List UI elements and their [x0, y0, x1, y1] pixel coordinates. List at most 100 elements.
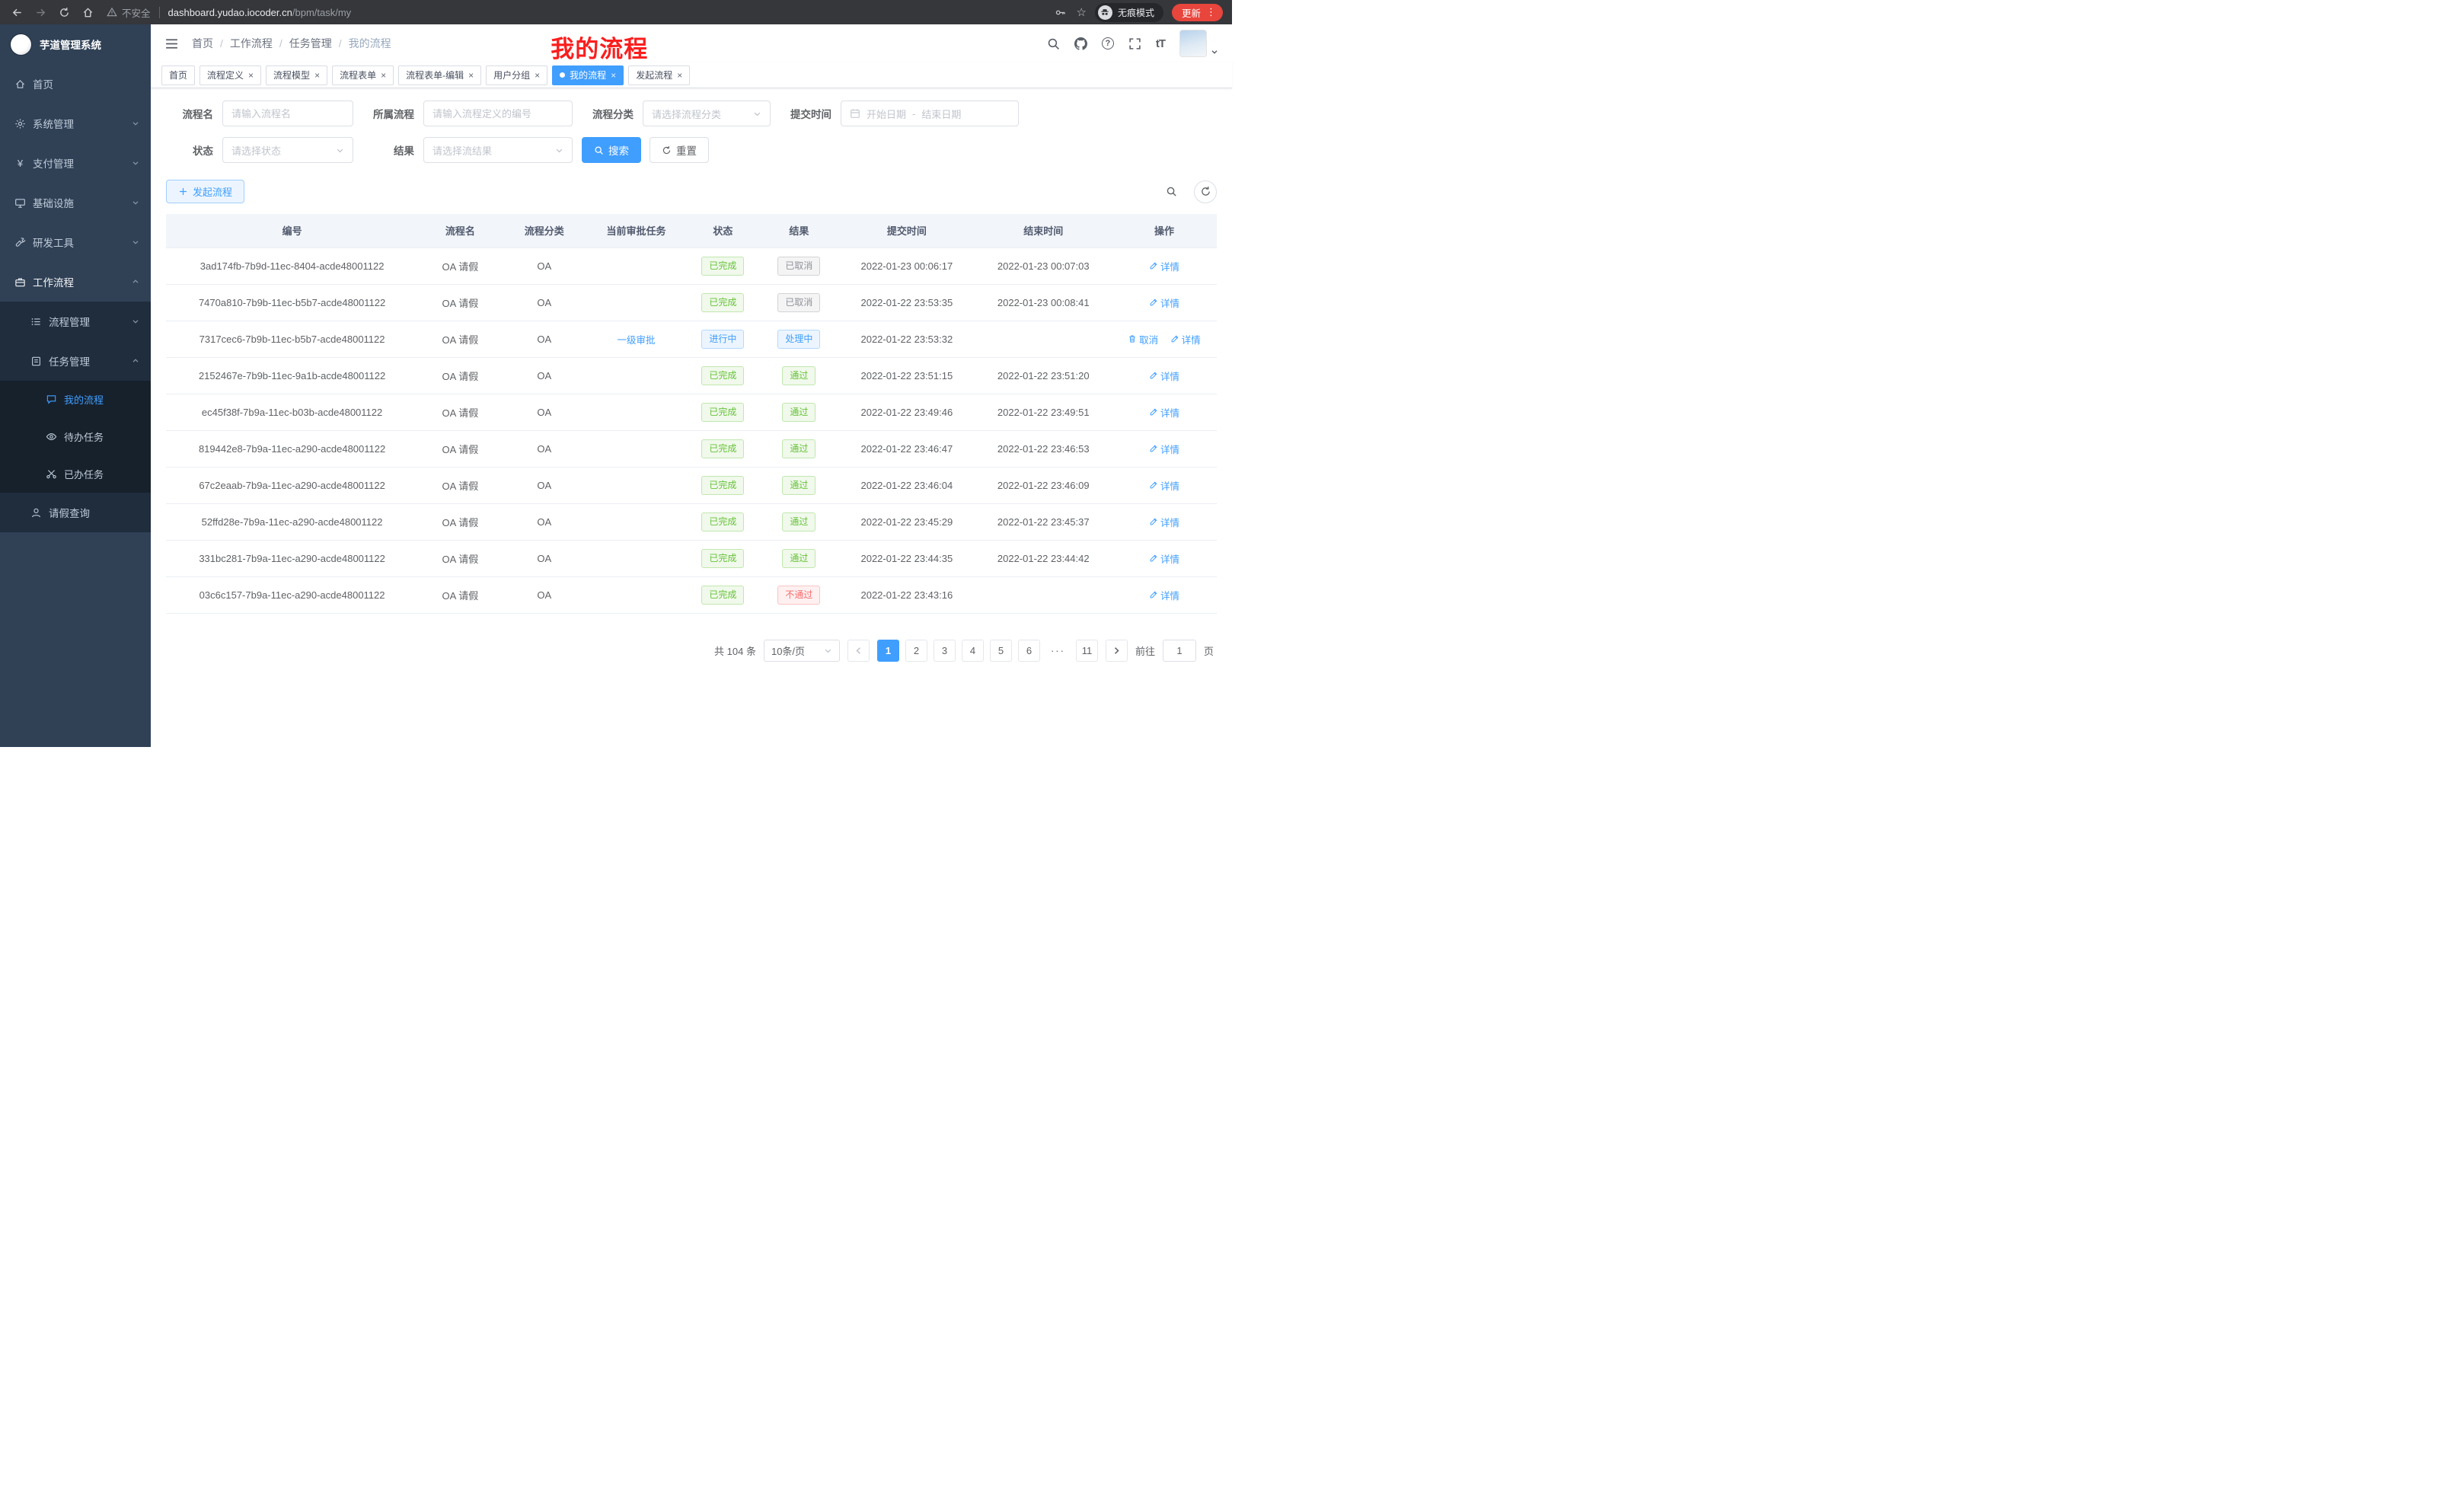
workflow-submenu: 流程管理 任务管理 我的流程 待办任务	[0, 302, 151, 532]
submit-time-cell: 2022-01-22 23:51:15	[838, 357, 975, 394]
sidebar-item-task-management[interactable]: 任务管理	[0, 341, 151, 381]
table-row[interactable]: 03c6c157-7b9a-11ec-a290-acde48001122 OA …	[166, 576, 1217, 613]
table-row[interactable]: 2152467e-7b9b-11ec-9a1b-acde48001122 OA …	[166, 357, 1217, 394]
breadcrumb-item[interactable]: 工作流程	[230, 36, 273, 51]
close-icon[interactable]: ×	[381, 71, 386, 80]
detail-action[interactable]: 详情	[1149, 259, 1179, 273]
detail-action[interactable]: 详情	[1149, 515, 1179, 529]
sidebar-item-home[interactable]: 首页	[0, 64, 151, 104]
browser-menu-icon[interactable]: ⋮	[1206, 6, 1216, 18]
password-key-icon[interactable]	[1053, 5, 1068, 20]
search-button[interactable]: 搜索	[582, 137, 641, 163]
detail-action[interactable]: 详情	[1149, 295, 1179, 310]
close-icon[interactable]: ×	[314, 71, 320, 80]
page-number-button[interactable]: 2	[905, 640, 927, 662]
view-tab[interactable]: 流程定义 ×	[199, 65, 261, 85]
current-task-link[interactable]: 一级审批	[618, 332, 656, 346]
sidebar-item-leave-query[interactable]: 请假查询	[0, 493, 151, 532]
prev-page-button[interactable]	[847, 640, 870, 662]
view-tab[interactable]: 流程表单 ×	[332, 65, 394, 85]
submit-time-range-picker[interactable]: 开始日期 - 结束日期	[841, 101, 1019, 126]
user-menu[interactable]	[1179, 30, 1218, 57]
table-row[interactable]: 819442e8-7b9a-11ec-a290-acde48001122 OA …	[166, 430, 1217, 467]
github-icon[interactable]	[1074, 37, 1087, 50]
detail-action[interactable]: 详情	[1149, 551, 1179, 566]
close-icon[interactable]: ×	[468, 71, 474, 80]
process-name-field[interactable]	[231, 108, 344, 120]
update-chrome-button[interactable]: 更新 ⋮	[1172, 4, 1223, 21]
view-tab[interactable]: 流程模型 ×	[266, 65, 327, 85]
tab-label: 首页	[169, 69, 187, 81]
close-icon[interactable]: ×	[535, 71, 540, 80]
breadcrumb-item[interactable]: 首页	[192, 36, 213, 51]
page-number-button[interactable]: 6	[1018, 640, 1040, 662]
table-row[interactable]: 7317cec6-7b9b-11ec-b5b7-acde48001122 OA …	[166, 321, 1217, 357]
sidebar-item-workflow[interactable]: 工作流程	[0, 262, 151, 302]
sidebar-item-done-tasks[interactable]: 已办任务	[0, 455, 151, 493]
sidebar-item-system[interactable]: 系统管理	[0, 104, 151, 143]
table-row[interactable]: ec45f38f-7b9a-11ec-b03b-acde48001122 OA …	[166, 394, 1217, 430]
detail-action[interactable]: 详情	[1149, 405, 1179, 420]
table-row[interactable]: 331bc281-7b9a-11ec-a290-acde48001122 OA …	[166, 540, 1217, 576]
back-button[interactable]	[9, 5, 24, 20]
table-row[interactable]: 52ffd28e-7b9a-11ec-a290-acde48001122 OA …	[166, 503, 1217, 540]
reload-button[interactable]	[56, 5, 72, 20]
page-number-button[interactable]: 1	[877, 640, 899, 662]
process-name-input[interactable]	[222, 101, 353, 126]
font-size-icon[interactable]: tT	[1156, 37, 1165, 50]
page-number-button[interactable]: 4	[962, 640, 984, 662]
detail-action[interactable]: 详情	[1149, 588, 1179, 602]
sidebar-item-process-management[interactable]: 流程管理	[0, 302, 151, 341]
category-select[interactable]: 请选择流程分类	[643, 101, 771, 126]
next-page-button[interactable]	[1106, 640, 1128, 662]
breadcrumb-item-current: 我的流程	[349, 36, 391, 51]
help-icon[interactable]: ?	[1102, 37, 1114, 49]
view-tab[interactable]: 流程表单-编辑 ×	[398, 65, 481, 85]
view-tab[interactable]: 我的流程 ×	[552, 65, 624, 85]
status-select[interactable]: 请选择状态	[222, 137, 353, 163]
sidebar-item-devtools[interactable]: 研发工具	[0, 222, 151, 262]
sidebar-item-my-process[interactable]: 我的流程	[0, 381, 151, 418]
hamburger-icon[interactable]	[164, 37, 179, 51]
table-row[interactable]: 3ad174fb-7b9d-11ec-8404-acde48001122 OA …	[166, 247, 1217, 284]
detail-action[interactable]: 详情	[1149, 478, 1179, 493]
close-icon[interactable]: ×	[248, 71, 254, 80]
bookmark-star-icon[interactable]: ☆	[1077, 5, 1087, 19]
view-tab[interactable]: 用户分组 ×	[486, 65, 547, 85]
reset-button[interactable]: 重置	[650, 137, 709, 163]
breadcrumb-item[interactable]: 任务管理	[289, 36, 332, 51]
select-placeholder: 请选择流结果	[432, 143, 492, 158]
page-size-select[interactable]: 10条/页	[764, 640, 840, 662]
result-select[interactable]: 请选择流结果	[423, 137, 573, 163]
refresh-table-icon[interactable]	[1194, 180, 1217, 203]
view-tab[interactable]: 发起流程 ×	[628, 65, 690, 85]
address-bar[interactable]: dashboard.yudao.iocoder.cn/bpm/task/my	[168, 7, 352, 18]
app-logo[interactable]: 芋道管理系统	[0, 24, 151, 64]
process-id-input[interactable]	[423, 101, 573, 126]
create-process-button[interactable]: 发起流程	[166, 180, 244, 203]
goto-page-input[interactable]	[1163, 640, 1196, 662]
process-id-field[interactable]	[432, 108, 563, 120]
cancel-action[interactable]: 取消	[1128, 332, 1158, 346]
table-row[interactable]: 67c2eaab-7b9a-11ec-a290-acde48001122 OA …	[166, 467, 1217, 503]
page-number-button[interactable]: 3	[934, 640, 956, 662]
detail-action[interactable]: 详情	[1149, 369, 1179, 383]
forward-button[interactable]	[33, 5, 48, 20]
view-tab[interactable]: 首页 ×	[161, 65, 195, 85]
page-number-button[interactable]: 5	[990, 640, 1012, 662]
close-icon[interactable]: ×	[677, 71, 682, 80]
sidebar-item-todo-tasks[interactable]: 待办任务	[0, 418, 151, 455]
detail-action[interactable]: 详情	[1149, 442, 1179, 456]
sidebar-item-infrastructure[interactable]: 基础设施	[0, 183, 151, 222]
search-icon[interactable]	[1047, 37, 1060, 50]
sidebar-item-payment[interactable]: ¥ 支付管理	[0, 143, 151, 183]
detail-action[interactable]: 详情	[1170, 332, 1201, 346]
home-button[interactable]	[80, 5, 95, 20]
page-number-button[interactable]: ···	[1046, 640, 1070, 662]
fullscreen-icon[interactable]	[1128, 37, 1141, 50]
show-search-icon[interactable]	[1160, 180, 1183, 203]
table-row[interactable]: 7470a810-7b9b-11ec-b5b7-acde48001122 OA …	[166, 284, 1217, 321]
close-icon[interactable]: ×	[611, 71, 616, 80]
page-number-button[interactable]: 11	[1076, 640, 1098, 662]
site-security[interactable]: 不安全	[107, 5, 151, 20]
